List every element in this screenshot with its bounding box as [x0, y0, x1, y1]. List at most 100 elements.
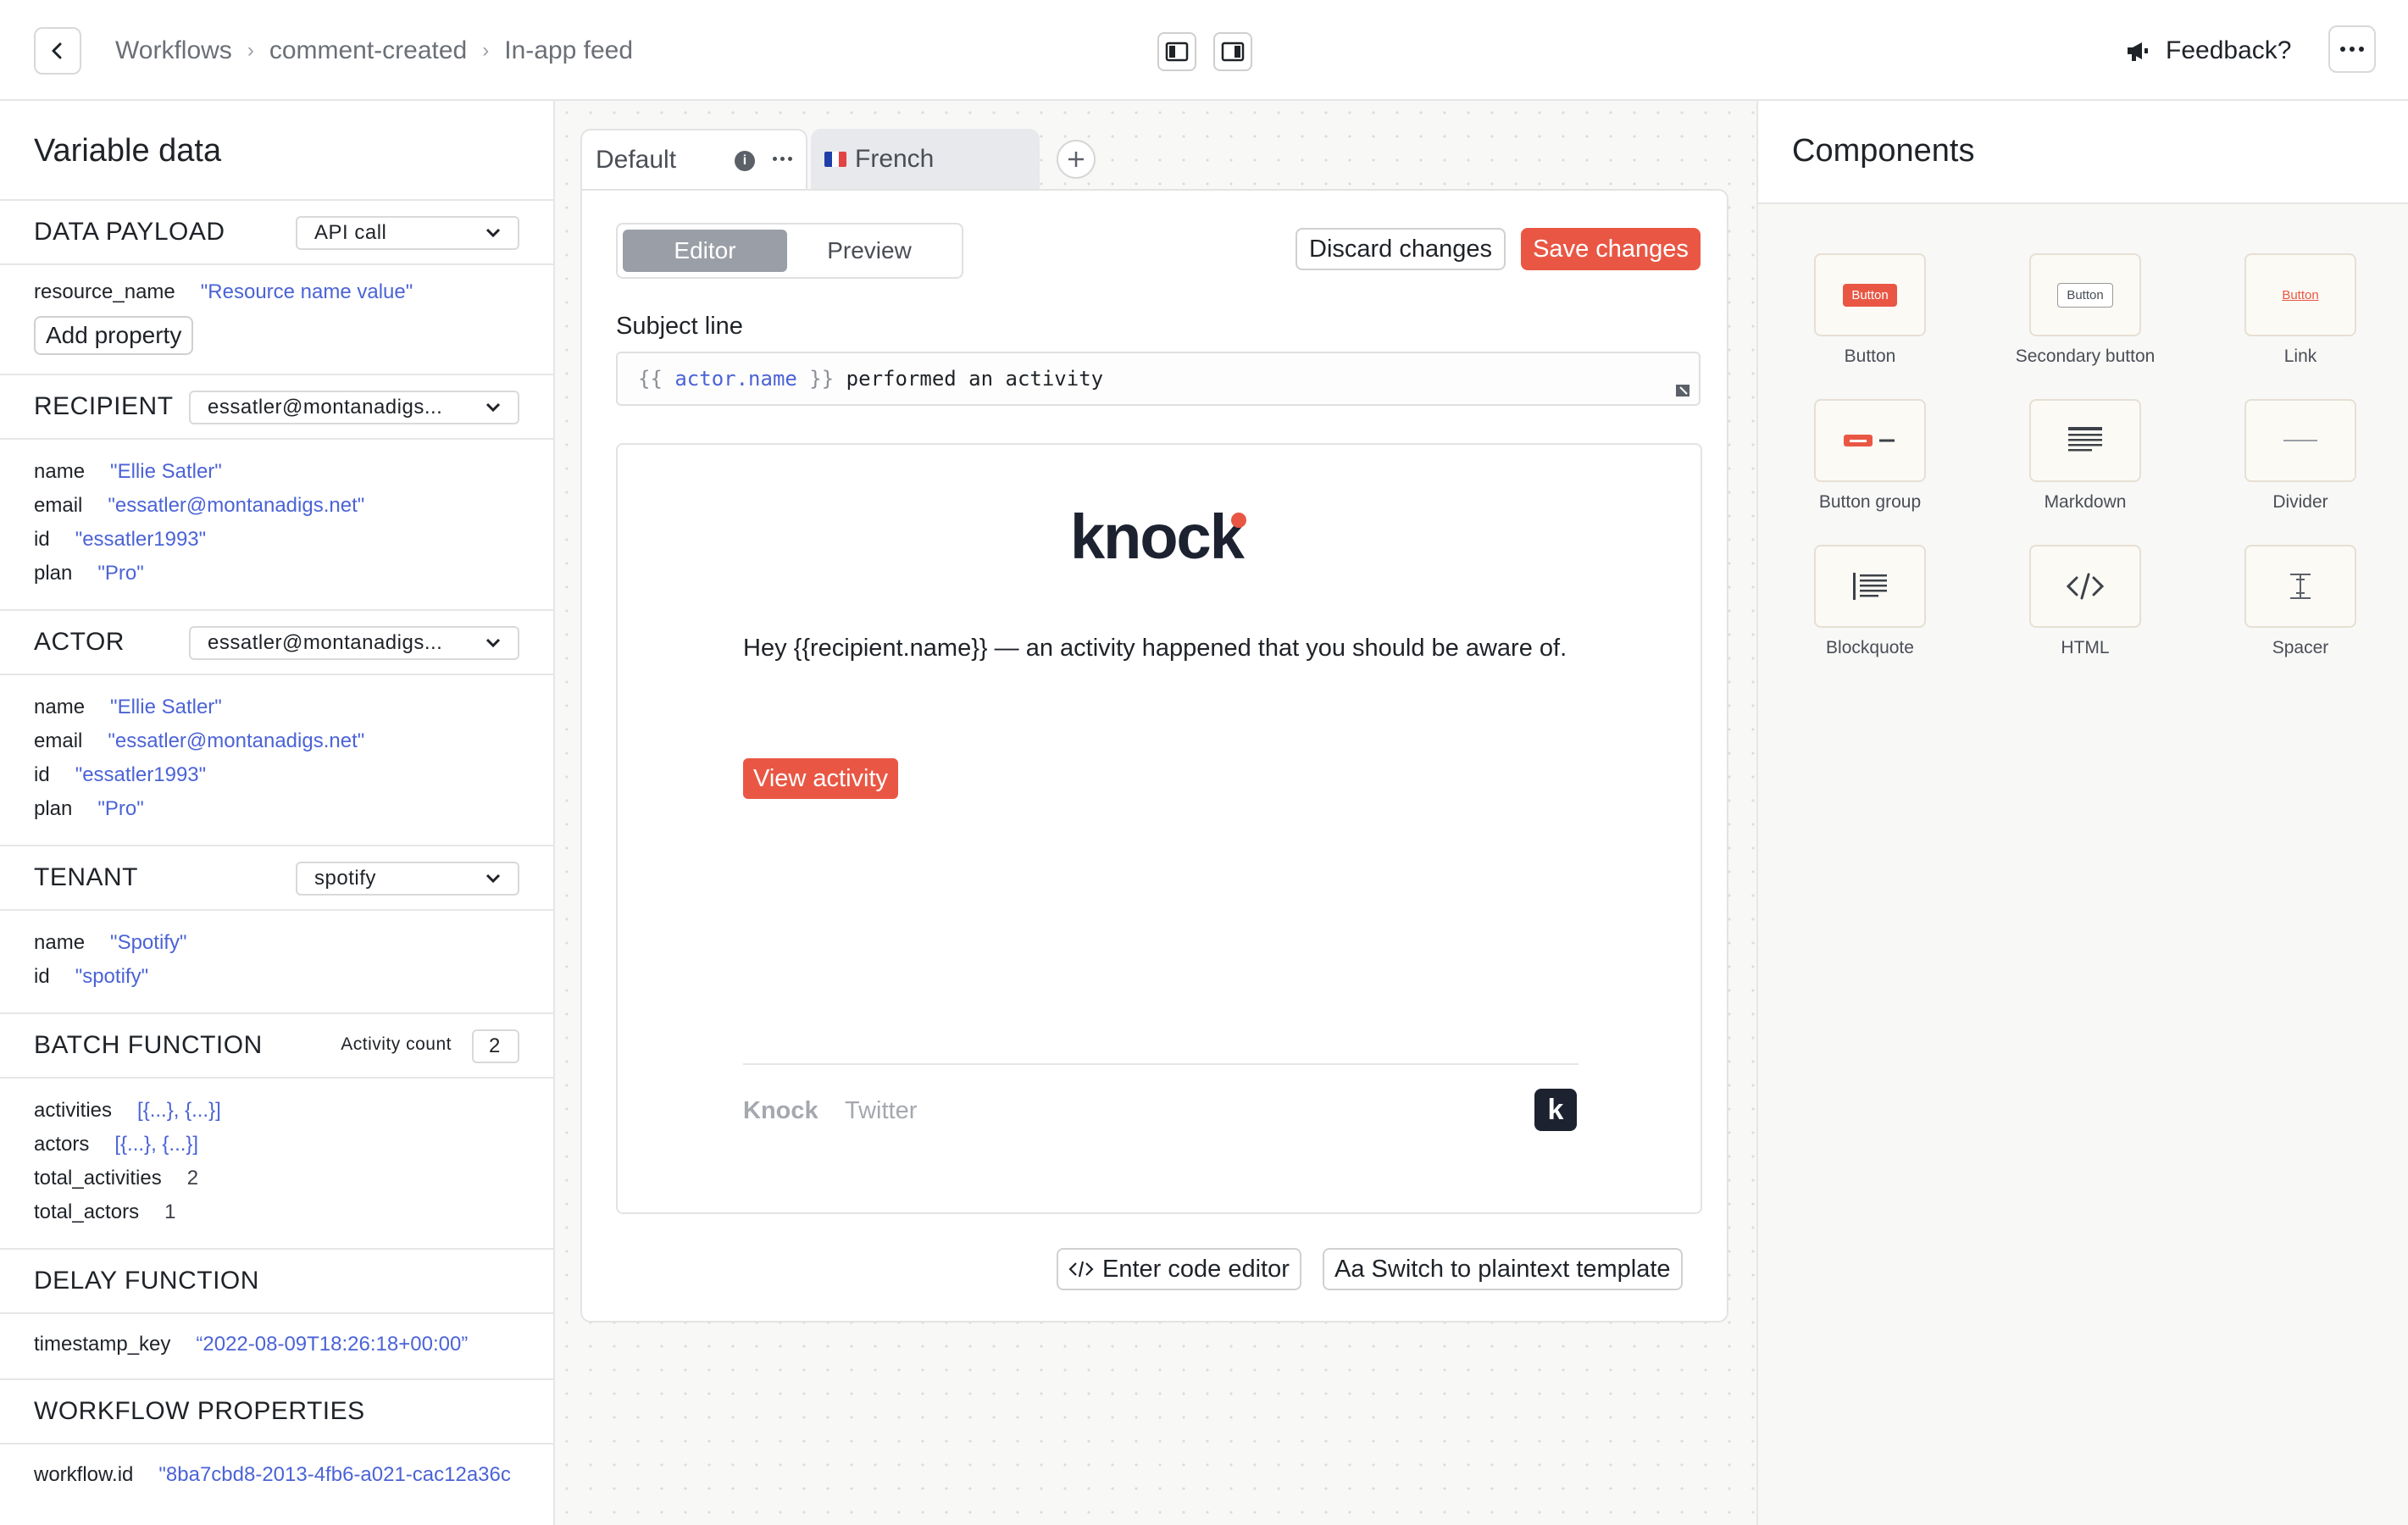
message-preview[interactable]: knock Hey {{recipient.name}} — an activi… — [616, 443, 1702, 1214]
preview-mode-button[interactable]: Preview — [787, 230, 952, 272]
code-icon — [2029, 545, 2141, 628]
variable-row: resource_name "Resource name value" — [34, 275, 519, 309]
variable-key: email — [34, 729, 83, 752]
section-body-tenant: name "Spotify" id "spotify" — [0, 911, 553, 1014]
tab-label: Default — [596, 145, 677, 174]
variable-value: "8ba7cbd8-2013-4fb6-a021-cac12a36c — [158, 1463, 511, 1486]
breadcrumb-channel-step: In-app feed — [504, 36, 634, 64]
component-blockquote[interactable]: Blockquote — [1773, 545, 1967, 658]
save-changes-button[interactable]: Save changes — [1521, 228, 1701, 270]
breadcrumb-separator-icon: › — [247, 39, 254, 62]
chevron-down-icon — [485, 228, 501, 238]
toggle-left-panel-button[interactable] — [1157, 32, 1196, 71]
top-bar: Workflows › comment-created › In-app fee… — [0, 0, 2408, 101]
variable-value: "essatler@montanadigs.net" — [108, 729, 365, 752]
section-title: TENANT — [34, 863, 138, 891]
variable-value[interactable]: [{...}, {...}] — [137, 1099, 221, 1123]
back-button[interactable] — [34, 27, 81, 75]
component-spacer[interactable]: Spacer — [2203, 545, 2398, 658]
link-icon: Button — [2244, 253, 2356, 336]
tab-label: French — [855, 144, 935, 173]
variable-value: "essatler1993" — [75, 763, 207, 786]
template-editor-card: Editor Preview Discard changes Save chan… — [580, 189, 1728, 1323]
discard-changes-button[interactable]: Discard changes — [1296, 228, 1506, 270]
breadcrumb-workflow-key[interactable]: comment-created — [269, 36, 467, 65]
actor-select[interactable]: essatler@montanadigs... — [189, 626, 519, 660]
more-options-button[interactable] — [2328, 25, 2376, 73]
component-markdown[interactable]: Markdown — [1988, 399, 2183, 513]
variable-row: timestamp_key “2022-08-09T18:26:18+00:00” — [34, 1328, 519, 1361]
variable-value[interactable]: [{...}, {...}] — [114, 1133, 198, 1156]
select-value: essatler@montanadigs... — [208, 631, 443, 654]
section-body-batch-function: activities [{...}, {...}] actors [{...}, {… — [0, 1079, 553, 1250]
component-button-group[interactable]: Button group — [1773, 399, 1967, 513]
section-body-recipient: name "Ellie Satler" email "essatler@montan… — [0, 440, 553, 611]
section-body-delay-function: timestamp_key “2022-08-09T18:26:18+00:00” — [0, 1314, 553, 1380]
variable-row: plan "Pro" — [34, 792, 519, 826]
view-activity-button[interactable]: View activity — [743, 758, 899, 799]
breadcrumb-workflows[interactable]: Workflows — [115, 36, 232, 65]
sample-button-text: Button — [2057, 282, 2113, 308]
activity-count-input[interactable]: 2 — [472, 1029, 519, 1063]
component-divider[interactable]: Divider — [2203, 399, 2398, 513]
breadcrumb-separator-icon: › — [482, 39, 490, 62]
variable-key: plan — [34, 797, 73, 820]
divider-icon — [2244, 399, 2356, 482]
data-payload-select[interactable]: API call — [296, 216, 519, 250]
button-icon: Button — [1814, 253, 1926, 336]
select-value: API call — [314, 221, 387, 244]
breadcrumb: Workflows › comment-created › In-app fee… — [115, 30, 633, 71]
info-icon[interactable]: i — [735, 151, 755, 171]
component-html[interactable]: HTML — [1988, 545, 2183, 658]
variable-key: total_activities — [34, 1167, 162, 1190]
variable-key: id — [34, 763, 50, 786]
add-property-button[interactable]: Add property — [34, 316, 194, 355]
toggle-right-panel-button[interactable] — [1213, 32, 1252, 71]
component-link[interactable]: Button Link — [2203, 253, 2398, 367]
switch-plaintext-button[interactable]: Aa Switch to plaintext template — [1323, 1248, 1683, 1290]
variable-row: id "essatler1993" — [34, 523, 519, 557]
variable-row: name "Ellie Satler" — [34, 690, 519, 724]
component-label: Secondary button — [2015, 347, 2156, 366]
sample-button-text: Button — [1843, 283, 1897, 307]
component-secondary-button[interactable]: Button Secondary button — [1988, 253, 2183, 367]
tab-french[interactable]: French — [811, 129, 1040, 189]
tab-default[interactable]: Default i — [580, 129, 807, 189]
footer-divider — [743, 1063, 1579, 1065]
add-locale-tab-button[interactable] — [1057, 140, 1096, 179]
footer-link-twitter[interactable]: Twitter — [845, 1097, 917, 1125]
chevron-down-icon — [485, 873, 501, 884]
variable-value: 2 — [186, 1167, 199, 1190]
code-icon — [2066, 573, 2105, 600]
subject-line-label: Subject line — [616, 313, 743, 340]
tenant-select[interactable]: spotify — [296, 862, 519, 896]
footer-link-knock[interactable]: Knock — [743, 1097, 818, 1125]
select-value: essatler@montanadigs... — [208, 396, 443, 419]
logo-dot-icon — [1231, 513, 1246, 528]
dot-icon — [788, 157, 792, 161]
spacer-icon — [2290, 574, 2311, 599]
variable-row: plan "Pro" — [34, 557, 519, 591]
activity-count-label: Activity count — [341, 1034, 452, 1054]
editor-mode-button[interactable]: Editor — [623, 230, 787, 272]
variable-value: "Pro" — [97, 797, 144, 820]
subject-text: performed an activity — [834, 367, 1104, 391]
section-title: ACTOR — [34, 628, 125, 656]
tab-more-icon[interactable] — [773, 157, 792, 161]
variable-key: plan — [34, 562, 73, 585]
component-label: Button — [1844, 347, 1896, 366]
feedback-button[interactable]: Feedback? — [2125, 30, 2291, 71]
recipient-select[interactable]: essatler@montanadigs... — [189, 391, 519, 424]
panel-title: Variable data — [0, 101, 553, 201]
expand-icon[interactable] — [1675, 382, 1692, 399]
section-title: DATA PAYLOAD — [34, 218, 225, 246]
section-body-data-payload: resource_name "Resource name value" Add … — [0, 265, 553, 375]
enter-code-editor-button[interactable]: Enter code editor — [1057, 1248, 1301, 1290]
chevron-left-icon — [52, 42, 62, 59]
message-body[interactable]: Hey {{recipient.name}} — an activity hap… — [743, 631, 1582, 665]
button-label: Enter code editor — [1102, 1255, 1290, 1283]
component-label: Blockquote — [1826, 638, 1914, 657]
subject-line-input[interactable]: {{ actor.name }} performed an activity — [616, 352, 1701, 406]
component-button[interactable]: Button Button — [1773, 253, 1967, 367]
variable-row: activities [{...}, {...}] — [34, 1094, 519, 1128]
